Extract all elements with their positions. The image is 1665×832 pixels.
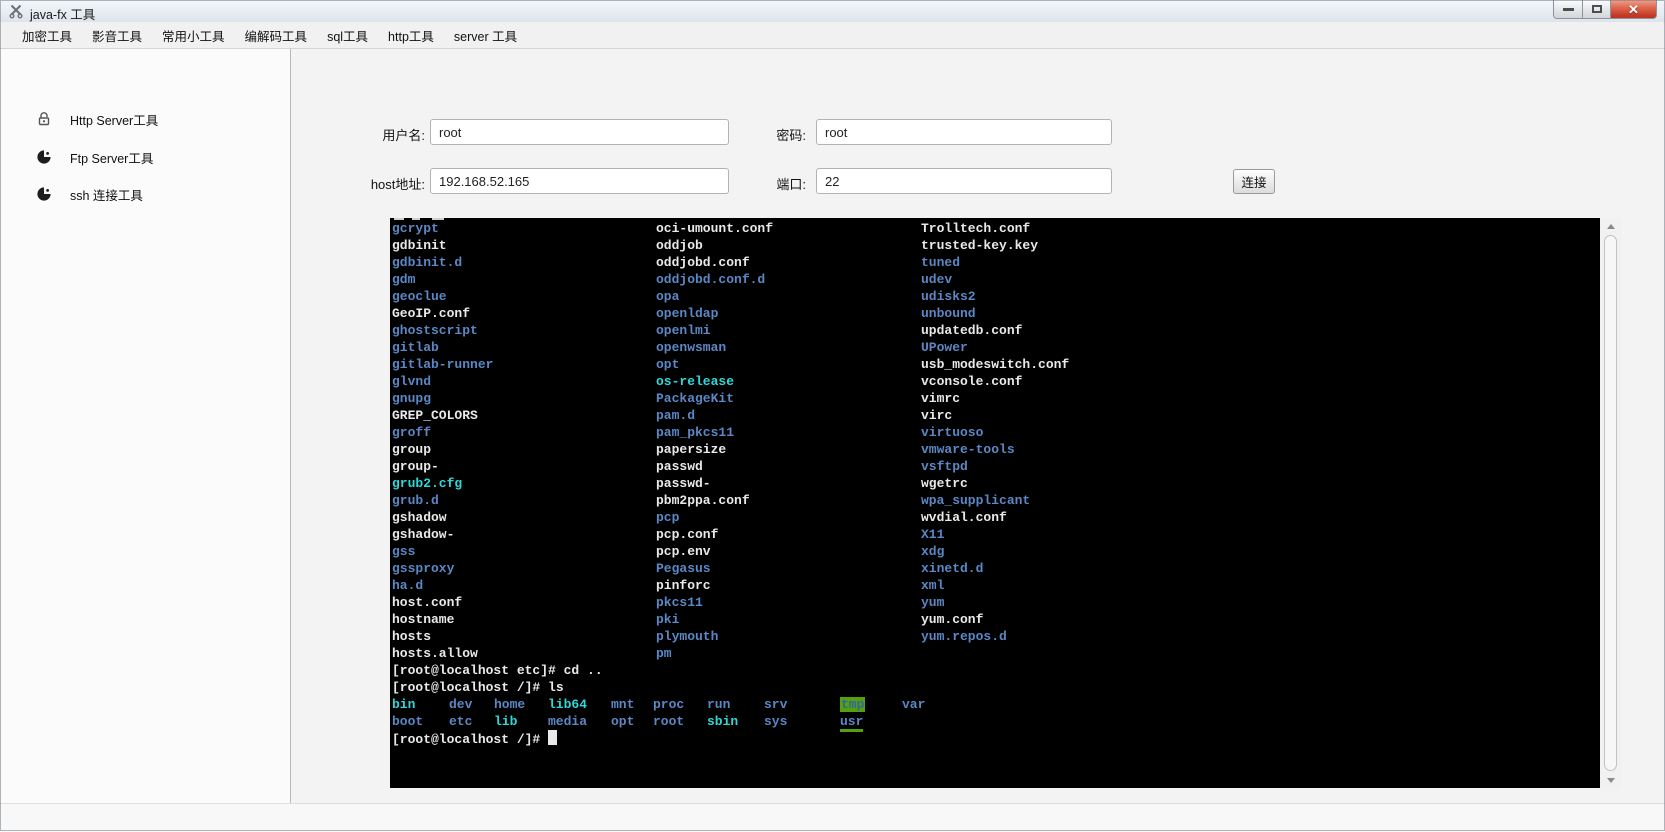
terminal-line: groffpam_pkcs11virtuoso bbox=[392, 424, 1069, 441]
app-window: { "window": { "title": "java-fx 工具", "co… bbox=[0, 0, 1665, 831]
terminal-line: gdbinit.doddjobd.conftuned bbox=[392, 254, 1069, 271]
minimize-button[interactable] bbox=[1553, 0, 1583, 19]
terminal-line: grub2.cfgpasswd-wgetrc bbox=[392, 475, 1069, 492]
port-input[interactable] bbox=[816, 168, 1112, 194]
maximize-button[interactable] bbox=[1583, 0, 1611, 19]
sidebar: Http Server工具 Ftp Server工具 ssh 连接工具 bbox=[0, 49, 291, 831]
globe-icon bbox=[36, 186, 52, 202]
menu-http-tools[interactable]: http工具 bbox=[386, 23, 436, 48]
terminal-cursor bbox=[548, 730, 557, 745]
terminal-line: gssproxyPegasusxinetd.d bbox=[392, 560, 1069, 577]
scroll-up-button[interactable] bbox=[1600, 218, 1622, 234]
globe-icon bbox=[36, 149, 52, 165]
terminal-line: [root@localhost /]# ls bbox=[392, 679, 1069, 696]
menu-common-tools[interactable]: 常用小工具 bbox=[160, 23, 227, 48]
username-input[interactable] bbox=[430, 119, 729, 145]
window-controls: ✕ bbox=[1553, 0, 1657, 19]
terminal-content: gcryptoci-umount.confTrolltech.confgdbin… bbox=[392, 220, 1069, 747]
menu-bar: 加密工具 影音工具 常用小工具 编解码工具 sql工具 http工具 serve… bbox=[0, 22, 1665, 49]
terminal-scrollbar bbox=[1600, 218, 1622, 788]
window-bottom-strip bbox=[0, 803, 1665, 832]
title-bar: java-fx 工具 ✕ bbox=[0, 0, 1665, 23]
terminal-line: [root@localhost /]# bbox=[392, 730, 1069, 747]
window-title: java-fx 工具 bbox=[30, 4, 95, 23]
terminal-line: gdbinitoddjobtrusted-key.key bbox=[392, 237, 1069, 254]
menu-server-tools[interactable]: server 工具 bbox=[452, 23, 519, 48]
chevron-up-icon bbox=[1607, 224, 1615, 229]
terminal-line: hostnamepkiyum.conf bbox=[392, 611, 1069, 628]
sidebar-item-label: Http Server工具 bbox=[70, 110, 158, 129]
menu-sql-tools[interactable]: sql工具 bbox=[325, 23, 370, 48]
password-input[interactable] bbox=[816, 119, 1112, 145]
password-label: 密码: bbox=[745, 125, 806, 144]
terminal-line: grouppapersizevmware-tools bbox=[392, 441, 1069, 458]
terminal-line: GREP_COLORSpam.dvirc bbox=[392, 407, 1069, 424]
terminal-line: gitlabopenwsmanUPower bbox=[392, 339, 1069, 356]
terminal-line: gcryptoci-umount.confTrolltech.conf bbox=[392, 220, 1069, 237]
terminal-line: host.confpkcs11yum bbox=[392, 594, 1069, 611]
terminal-line: gitlab-runneroptusb_modeswitch.conf bbox=[392, 356, 1069, 373]
terminal-line: ghostscriptopenlmiupdatedb.conf bbox=[392, 322, 1069, 339]
terminal-line: glvndos-releasevconsole.conf bbox=[392, 373, 1069, 390]
close-button[interactable]: ✕ bbox=[1611, 0, 1657, 19]
minimize-icon bbox=[1563, 8, 1574, 11]
terminal-line: hosts.allowpm bbox=[392, 645, 1069, 662]
close-icon: ✕ bbox=[1628, 3, 1639, 16]
terminal-line: [root@localhost etc]# cd .. bbox=[392, 662, 1069, 679]
sidebar-item-ssh-connect[interactable]: ssh 连接工具 bbox=[0, 182, 290, 206]
connect-button[interactable]: 连接 bbox=[1233, 169, 1275, 194]
scrollbar-thumb[interactable] bbox=[1604, 235, 1617, 771]
sidebar-item-label: Ftp Server工具 bbox=[70, 148, 153, 167]
terminal-line: gdmoddjobd.conf.dudev bbox=[392, 271, 1069, 288]
chevron-down-icon bbox=[1607, 778, 1615, 783]
terminal-line: ha.dpinforcxml bbox=[392, 577, 1069, 594]
terminal-line: group-passwdvsftpd bbox=[392, 458, 1069, 475]
host-input[interactable] bbox=[430, 168, 729, 194]
terminal-line: hostsplymouthyum.repos.d bbox=[392, 628, 1069, 645]
terminal-line: gshadowpcpwvdial.conf bbox=[392, 509, 1069, 526]
host-label: host地址: bbox=[340, 174, 425, 193]
terminal-line: grub.dpbm2ppa.confwpa_supplicant bbox=[392, 492, 1069, 509]
sidebar-item-http-server[interactable]: Http Server工具 bbox=[0, 107, 290, 131]
maximize-icon bbox=[1592, 5, 1602, 13]
sidebar-item-label: ssh 连接工具 bbox=[70, 185, 143, 204]
terminal-line: bindevhomelib64mntprocrunsrvtmpvar bbox=[392, 696, 1069, 713]
terminal-line: bootetclibmediaoptrootsbinsysusr bbox=[392, 713, 1069, 730]
terminal-line: GeoIP.confopenldapunbound bbox=[392, 305, 1069, 322]
app-tools-icon bbox=[8, 3, 24, 19]
menu-encrypt-tools[interactable]: 加密工具 bbox=[20, 23, 74, 48]
terminal-line: geoclueopaudisks2 bbox=[392, 288, 1069, 305]
username-label: 用户名: bbox=[345, 125, 425, 144]
menu-codec-tools[interactable]: 编解码工具 bbox=[243, 23, 310, 48]
port-label: 端口: bbox=[745, 174, 806, 193]
menu-media-tools[interactable]: 影音工具 bbox=[90, 23, 144, 48]
sidebar-item-ftp-server[interactable]: Ftp Server工具 bbox=[0, 145, 290, 169]
ssh-terminal[interactable]: gcryptoci-umount.confTrolltech.confgdbin… bbox=[390, 218, 1600, 788]
terminal-line: gsspcp.envxdg bbox=[392, 543, 1069, 560]
scroll-down-button[interactable] bbox=[1600, 772, 1622, 788]
terminal-line: gnupgPackageKitvimrc bbox=[392, 390, 1069, 407]
terminal-line: gshadow-pcp.confX11 bbox=[392, 526, 1069, 543]
lock-icon bbox=[36, 111, 52, 127]
